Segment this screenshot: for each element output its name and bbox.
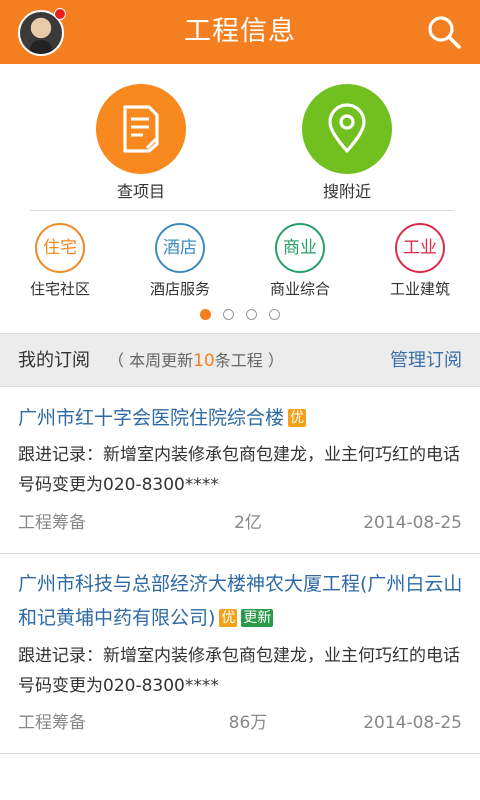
premium-badge: 优: [219, 609, 238, 627]
subscription-bar: 我的订阅 （ 本周更新10条工程 ） 管理订阅: [0, 333, 480, 387]
page-dot[interactable]: [269, 309, 280, 320]
category-label: 工业建筑: [389, 280, 450, 298]
premium-badge: 优: [288, 409, 307, 427]
category-residential[interactable]: 住宅 住宅社区: [10, 223, 110, 299]
updated-badge: 更新: [241, 609, 274, 627]
list-item[interactable]: 广州市红十字会医院住院综合楼优 跟进记录：新增室内装修承包商包建龙，业主何巧红的…: [0, 388, 480, 554]
page-title: 工程信息: [184, 16, 296, 47]
category-hotel[interactable]: 酒店 酒店服务: [130, 223, 230, 299]
feature-search-project[interactable]: 查项目: [71, 84, 211, 202]
project-amount: 86万: [228, 713, 268, 733]
category-label: 住宅社区: [29, 280, 90, 298]
location-pin-icon: [302, 84, 392, 174]
category-label: 酒店服务: [149, 280, 210, 298]
update-count: 10: [193, 351, 215, 371]
feature-label: 查项目: [116, 182, 165, 201]
follow-up-record: 跟进记录：新增室内装修承包商包建龙，业主何巧红的电话号码变更为020-8300*…: [18, 646, 460, 696]
category-icon: 住宅: [35, 223, 85, 273]
project-status: 工程筹备: [18, 513, 86, 533]
subscription-title: 我的订阅: [18, 350, 90, 371]
item-title[interactable]: 广州市科技与总部经济大楼神农大厦工程(广州白云山和记黄埔中药有限公司) 优更新: [18, 567, 466, 635]
page-dot[interactable]: [246, 309, 257, 320]
document-icon: [96, 84, 186, 174]
page-dot[interactable]: [223, 309, 234, 320]
search-icon[interactable]: [426, 14, 462, 50]
list-item[interactable]: 广州市科技与总部经济大楼神农大厦工程(广州白云山和记黄埔中药有限公司) 优更新 跟…: [0, 554, 480, 754]
update-suffix: 条工程 ）: [214, 351, 284, 370]
item-title-text: 广州市科技与总部经济大楼神农大厦工程(广州白云山和记黄埔中药有限公司): [18, 573, 463, 629]
page-indicator: [0, 309, 480, 320]
project-date: 2014-08-25: [363, 513, 462, 533]
item-title-text: 广州市红十字会医院住院综合楼: [18, 407, 285, 429]
project-amount: 2亿: [234, 513, 262, 533]
category-icon: 商业: [275, 223, 325, 273]
project-status: 工程筹备: [18, 713, 86, 733]
follow-up-record: 跟进记录：新增室内装修承包商包建龙，业主何巧红的电话号码变更为020-8300*…: [18, 445, 460, 495]
category-label: 商业综合: [269, 280, 330, 298]
item-title[interactable]: 广州市红十字会医院住院综合楼优: [18, 401, 466, 435]
category-commercial[interactable]: 商业 商业综合: [250, 223, 350, 299]
manage-subscription-link[interactable]: 管理订阅: [390, 349, 462, 373]
project-date: 2014-08-25: [363, 713, 462, 733]
weekly-update-text: （ 本周更新10条工程 ）: [108, 350, 284, 372]
category-icon: 酒店: [155, 223, 205, 273]
divider: [30, 210, 454, 211]
category-industrial[interactable]: 工业 工业建筑: [370, 223, 470, 299]
update-prefix: （ 本周更新: [108, 351, 194, 370]
app-header: 工程信息: [0, 0, 480, 64]
feature-nearby[interactable]: 搜附近: [277, 84, 417, 202]
category-icon: 工业: [395, 223, 445, 273]
page-dot-active[interactable]: [200, 309, 211, 320]
feature-label: 搜附近: [322, 182, 371, 201]
